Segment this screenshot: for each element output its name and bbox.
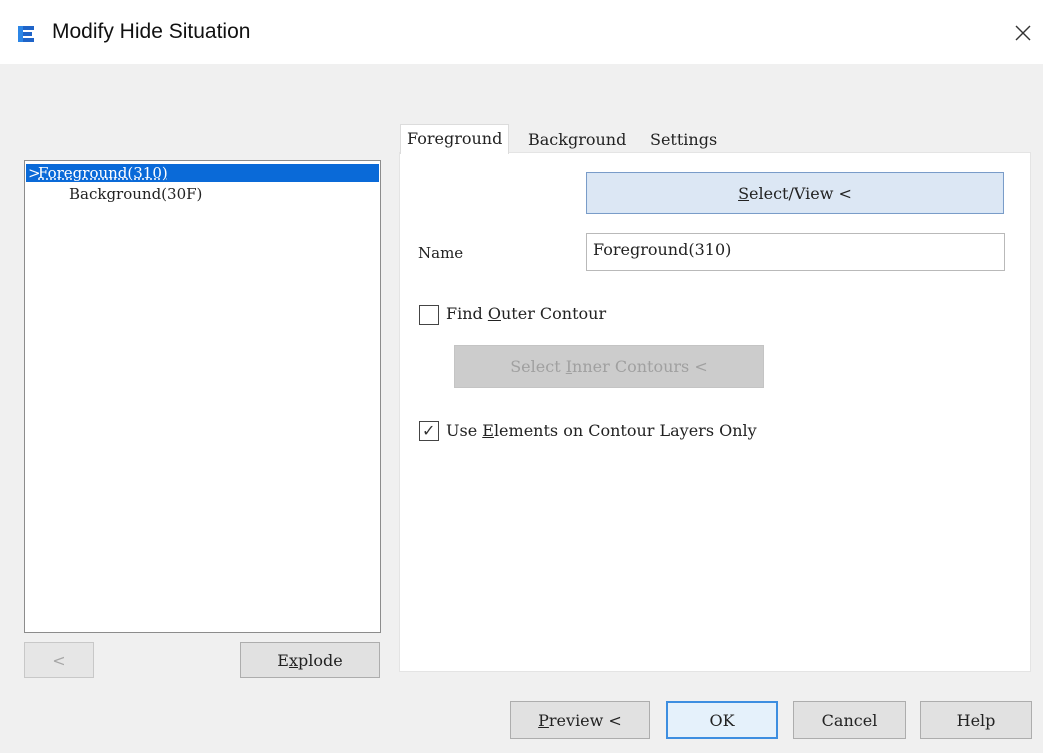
tree-item-label: Foreground(310)	[38, 164, 168, 182]
select-inner-contours-button[interactable]: Select Inner Contours <	[454, 345, 764, 388]
close-icon[interactable]	[1008, 18, 1038, 48]
tab-settings[interactable]: Settings	[644, 126, 723, 154]
select-inner-contours-label: Select Inner Contours <	[510, 357, 708, 376]
tab-background[interactable]: Background	[522, 126, 632, 154]
app-logo-icon	[18, 26, 34, 42]
ok-button[interactable]: OK	[666, 701, 778, 739]
explode-button[interactable]: Explode	[240, 642, 380, 678]
tree-item-background[interactable]: Background(30F)	[69, 185, 202, 203]
explode-button-label: Explode	[277, 650, 343, 670]
preview-label: Preview <	[538, 710, 622, 730]
tree-item-label: Background(30F)	[69, 185, 203, 203]
use-elements-checkbox[interactable]: ✓	[419, 421, 439, 441]
find-outer-contour-label[interactable]: Find Outer Contour	[446, 304, 606, 323]
tab-foreground[interactable]: Foreground	[400, 124, 510, 154]
help-button[interactable]: Help	[920, 701, 1032, 739]
select-view-label: Select/View <	[738, 183, 852, 203]
tree-item-foreground[interactable]: >Foreground(310)	[26, 164, 379, 182]
window-title: Modify Hide Situation	[52, 20, 251, 43]
tree-expand-marker: >	[28, 164, 41, 182]
back-button[interactable]: <	[24, 642, 94, 678]
name-field[interactable]: Foreground(310)	[586, 233, 1005, 271]
preview-button[interactable]: Preview <	[510, 701, 650, 739]
find-outer-contour-checkbox[interactable]	[419, 305, 439, 325]
back-button-label: <	[52, 650, 66, 670]
situation-tree[interactable]: >Foreground(310) Background(30F)	[24, 160, 381, 633]
name-label: Name	[418, 244, 464, 262]
cancel-button[interactable]: Cancel	[793, 701, 906, 739]
select-view-button[interactable]: Select/View <	[586, 172, 1004, 214]
tab-panel-foreground	[399, 152, 1031, 672]
title-bar: Modify Hide Situation	[0, 0, 1043, 64]
checkmark-icon: ✓	[422, 421, 436, 440]
use-elements-label[interactable]: Use Elements on Contour Layers Only	[446, 421, 757, 440]
